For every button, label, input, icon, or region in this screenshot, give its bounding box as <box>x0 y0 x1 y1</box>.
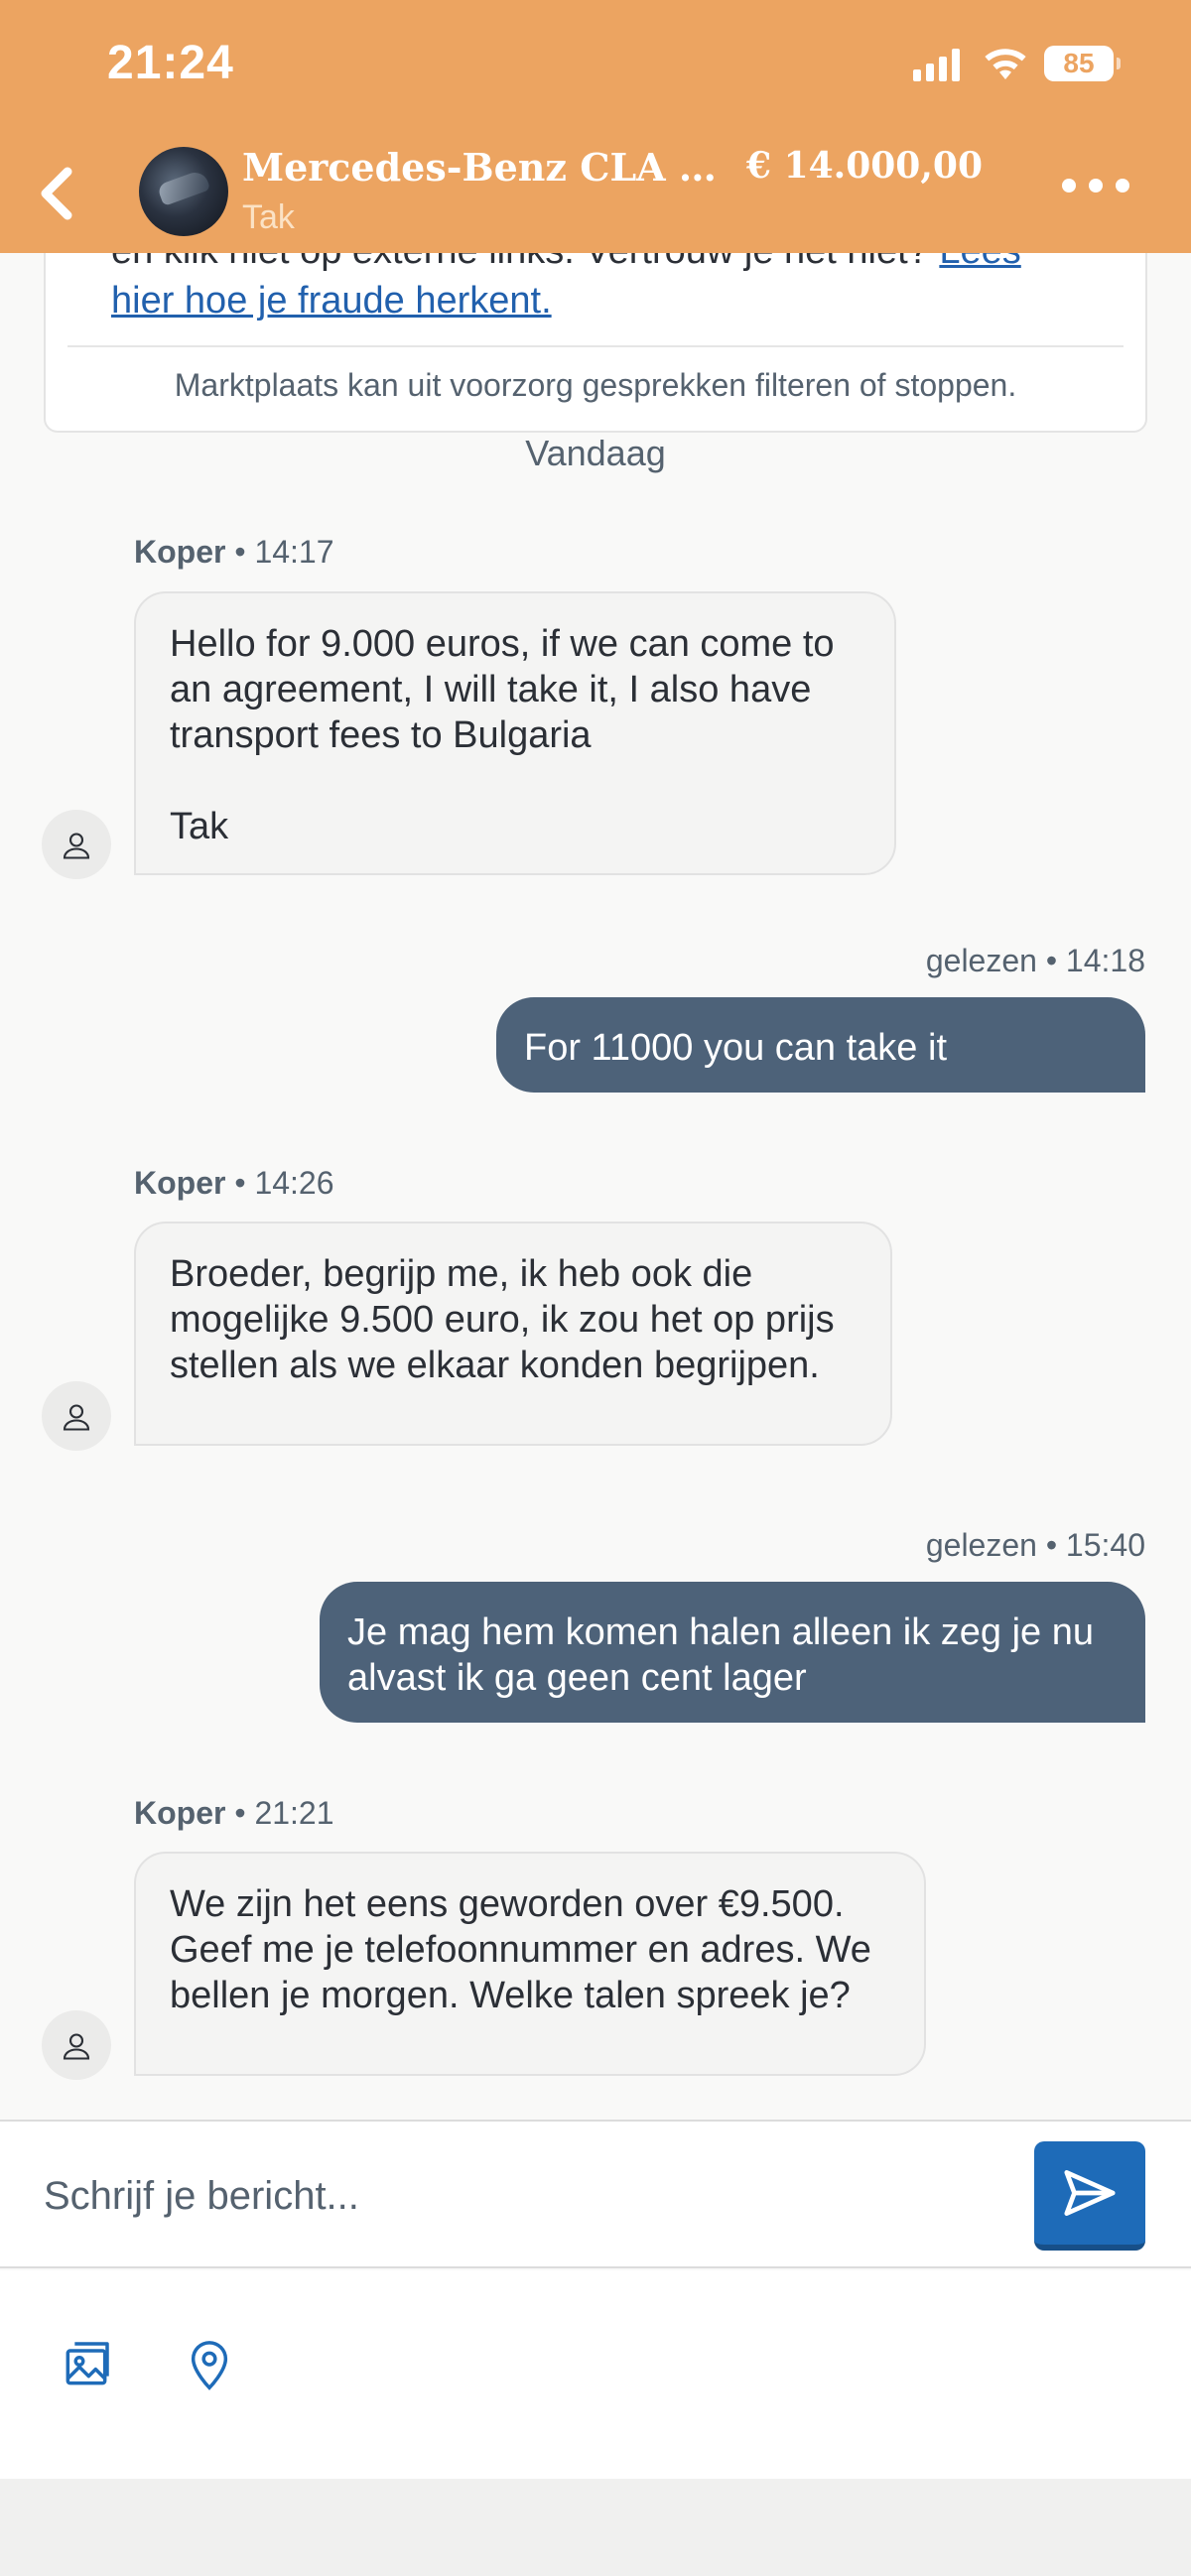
message-time: 15:40 <box>1065 1527 1145 1563</box>
message-meta: Koper • 21:21 <box>134 1795 334 1831</box>
read-status: gelezen <box>925 943 1037 978</box>
read-status: gelezen <box>925 1527 1037 1563</box>
sender-name: Koper <box>134 1795 226 1831</box>
message-text: Je mag hem komen halen alleen ik zeg je … <box>347 1611 1095 1699</box>
message-time: 14:17 <box>254 534 334 570</box>
outgoing-message-bubble[interactable]: For 11000 you can take it <box>496 997 1145 1093</box>
chat-screen: en klik niet op externe links. Vertrouw … <box>0 0 1191 2576</box>
message-text: Broeder, begrijp me, ik heb ook die moge… <box>170 1253 835 1386</box>
add-photo-button[interactable] <box>52 2330 121 2399</box>
status-time: 21:24 <box>107 37 234 89</box>
date-separator: Vandaag <box>525 433 666 473</box>
filter-disclaimer: Marktplaats kan uit voorzorg gesprekken … <box>174 367 1017 403</box>
message-meta: gelezen • 15:40 <box>925 1527 1145 1563</box>
notice-divider <box>67 345 1124 347</box>
incoming-message-bubble[interactable]: We zijn het eens geworden over €9.500. G… <box>134 1852 926 2076</box>
incoming-message-bubble[interactable]: Hello for 9.000 euros, if we can come to… <box>134 591 896 875</box>
buyer-avatar <box>42 1381 111 1451</box>
user-icon <box>63 833 90 859</box>
image-icon <box>66 2342 109 2385</box>
message-text: Hello for 9.000 euros, if we can come to… <box>170 623 835 847</box>
listing-thumbnail[interactable] <box>139 147 228 236</box>
send-button[interactable] <box>1034 2141 1145 2251</box>
sender-name: Koper <box>134 1165 226 1201</box>
contact-name: Tak <box>242 198 295 236</box>
share-location-button[interactable] <box>175 2330 244 2399</box>
status-icons: 85 <box>913 42 1121 85</box>
message-time: 14:26 <box>254 1165 334 1201</box>
user-icon <box>63 2033 90 2060</box>
more-icon[interactable] <box>1049 179 1129 193</box>
outgoing-message-bubble[interactable]: Je mag hem komen halen alleen ik zeg je … <box>320 1582 1145 1723</box>
message-meta: gelezen • 14:18 <box>925 943 1145 978</box>
message-meta: Koper • 14:26 <box>134 1165 334 1201</box>
wifi-icon <box>985 49 1026 79</box>
message-input[interactable] <box>44 2161 977 2231</box>
message-composer <box>0 2120 1191 2268</box>
send-icon <box>1064 2170 1116 2216</box>
home-indicator-area <box>0 2479 1191 2576</box>
attachment-bar <box>0 2270 1191 2479</box>
buyer-avatar <box>42 2010 111 2080</box>
message-time: 14:18 <box>1065 943 1145 978</box>
message-time: 21:21 <box>254 1795 334 1831</box>
location-pin-icon <box>191 2341 228 2390</box>
battery-icon: 85 <box>1044 46 1121 81</box>
incoming-message-bubble[interactable]: Broeder, begrijp me, ik heb ook die moge… <box>134 1222 892 1446</box>
chat-header: 21:24 85 Mercedes-Benz CLA 22... € 14.00… <box>0 0 1191 253</box>
listing-price: € 14.000,00 <box>746 145 983 187</box>
back-button[interactable] <box>28 159 87 228</box>
signal-icon <box>913 46 965 81</box>
fraud-info-link-cont[interactable]: hier hoe je fraude herkent. <box>111 280 552 322</box>
user-icon <box>63 1404 90 1431</box>
message-meta: Koper • 14:17 <box>134 534 334 570</box>
sender-name: Koper <box>134 534 226 570</box>
buyer-avatar <box>42 810 111 879</box>
chevron-left-icon <box>41 167 72 220</box>
listing-title[interactable]: Mercedes-Benz CLA 22... <box>242 145 719 190</box>
message-text: We zijn het eens geworden over €9.500. G… <box>170 1883 871 2016</box>
message-text: For 11000 you can take it <box>524 1027 947 1069</box>
